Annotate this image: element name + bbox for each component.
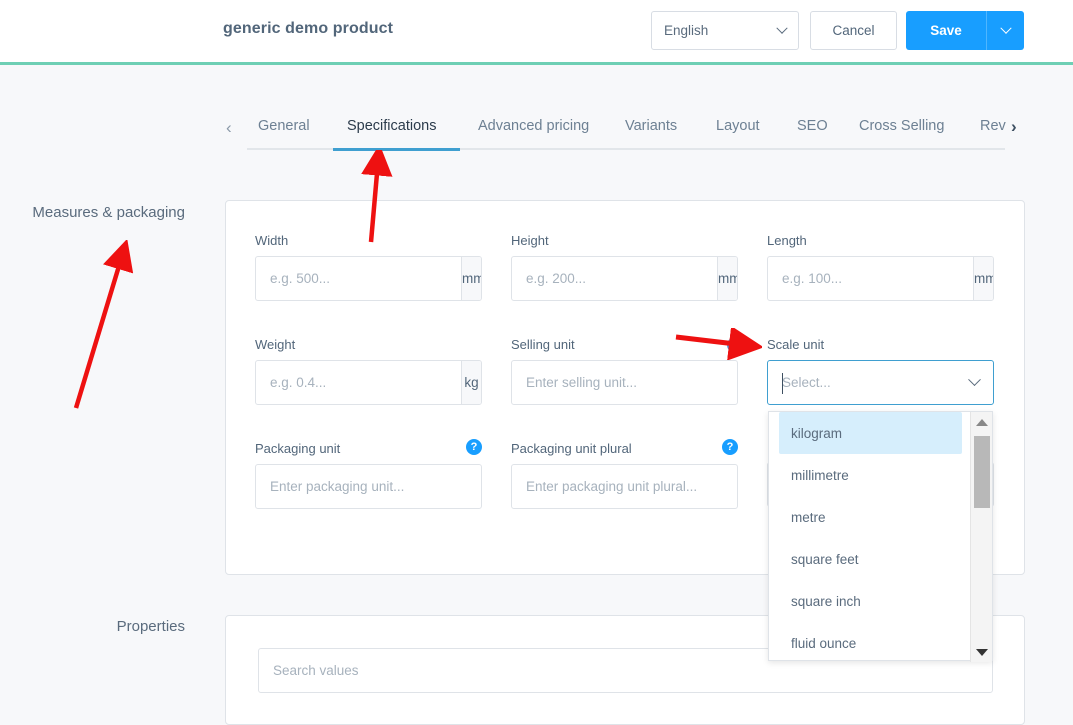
dropdown-option-kilogram[interactable]: kilogram: [779, 412, 962, 454]
packaging-unit-plural-input-wrap[interactable]: [511, 464, 738, 509]
field-selling-unit: Selling unit: [511, 337, 738, 405]
dropdown-scrollbar[interactable]: [970, 412, 992, 662]
tab-variants[interactable]: Variants: [625, 118, 677, 134]
help-icon[interactable]: ?: [722, 439, 738, 455]
dropdown-option-square-feet[interactable]: square feet: [769, 538, 972, 580]
field-label-packaging-unit-plural: Packaging unit plural: [511, 441, 632, 456]
cancel-button[interactable]: Cancel: [810, 11, 897, 50]
dropdown-option-metre[interactable]: metre: [769, 496, 972, 538]
height-input-wrap[interactable]: mm: [511, 256, 738, 301]
scroll-up-arrow-icon[interactable]: [971, 412, 993, 432]
width-unit-label: mm: [461, 257, 481, 300]
scale-unit-placeholder: Select...: [782, 375, 831, 390]
weight-input-wrap[interactable]: kg: [255, 360, 482, 405]
field-label-width: Width: [255, 233, 289, 248]
tabs-scroll-left-icon[interactable]: ‹: [226, 119, 232, 136]
field-packaging-unit-plural: Packaging unit plural ?: [511, 439, 738, 509]
tab-reviews[interactable]: Rev: [980, 118, 1006, 134]
length-input-wrap[interactable]: mm: [767, 256, 994, 301]
field-label-scale-unit: Scale unit: [767, 337, 825, 352]
scale-unit-option-list: kilogram millimetre metre square feet sq…: [769, 412, 972, 662]
field-label-packaging-unit: Packaging unit: [255, 441, 341, 456]
scale-unit-dropdown[interactable]: kilogram millimetre metre square feet sq…: [768, 411, 993, 662]
tab-specifications[interactable]: Specifications: [347, 118, 436, 134]
width-input[interactable]: [256, 257, 461, 300]
scale-unit-select[interactable]: Select...: [767, 360, 994, 405]
page-title: generic demo product: [223, 20, 394, 37]
dropdown-option-fluid-ounce[interactable]: fluid ounce: [769, 622, 972, 662]
selling-unit-input-wrap[interactable]: [511, 360, 738, 405]
packaging-unit-input[interactable]: [256, 465, 481, 508]
save-button[interactable]: Save: [906, 11, 986, 50]
help-icon[interactable]: ?: [466, 439, 482, 455]
weight-unit-label: kg: [461, 361, 481, 404]
selling-unit-input[interactable]: [512, 361, 737, 404]
save-button-group: Save: [906, 11, 1024, 50]
field-label-weight: Weight: [255, 337, 296, 352]
annotation-arrow-to-measures-section: [73, 240, 134, 409]
packaging-unit-input-wrap[interactable]: [255, 464, 482, 509]
field-height: Height mm: [511, 233, 738, 301]
language-select-value: English: [664, 23, 709, 38]
packaging-unit-plural-input[interactable]: [512, 465, 737, 508]
field-weight: Weight kg: [255, 337, 482, 405]
tab-layout[interactable]: Layout: [716, 118, 760, 134]
active-tab-indicator: [333, 148, 460, 151]
chevron-down-icon: [776, 22, 788, 34]
field-label-length: Length: [767, 233, 807, 248]
chevron-down-icon: [999, 22, 1012, 34]
tab-seo[interactable]: SEO: [797, 118, 828, 134]
scrollbar-thumb[interactable]: [974, 436, 990, 508]
text-cursor: [782, 373, 783, 394]
chevron-down-icon: [968, 373, 981, 387]
dropdown-option-millimetre[interactable]: millimetre: [769, 454, 972, 496]
dropdown-option-square-inch[interactable]: square inch: [769, 580, 972, 622]
length-input[interactable]: [768, 257, 973, 300]
section-label-measures: Measures & packaging: [32, 204, 185, 221]
height-unit-label: mm: [717, 257, 737, 300]
length-unit-label: mm: [973, 257, 993, 300]
tabs-scroll-right-icon[interactable]: ›: [1011, 118, 1017, 135]
field-packaging-unit: Packaging unit ?: [255, 439, 482, 509]
properties-search-placeholder: Search values: [273, 663, 359, 678]
field-width: Width mm: [255, 233, 482, 301]
field-label-height: Height: [511, 233, 549, 248]
tab-advanced-pricing[interactable]: Advanced pricing: [478, 118, 589, 134]
field-scale-unit: Scale unit Select...: [767, 337, 994, 405]
section-label-properties: Properties: [116, 618, 185, 635]
tab-cross-selling[interactable]: Cross Selling: [859, 118, 944, 134]
header-accent-line: [0, 62, 1073, 65]
weight-input[interactable]: [256, 361, 461, 404]
height-input[interactable]: [512, 257, 717, 300]
field-label-selling-unit: Selling unit: [511, 337, 575, 352]
scroll-down-arrow-icon[interactable]: [971, 642, 993, 662]
language-select[interactable]: English: [651, 11, 799, 50]
tab-general[interactable]: General: [258, 118, 310, 134]
width-input-wrap[interactable]: mm: [255, 256, 482, 301]
field-length: Length mm: [767, 233, 994, 301]
save-dropdown-button[interactable]: [986, 11, 1024, 50]
